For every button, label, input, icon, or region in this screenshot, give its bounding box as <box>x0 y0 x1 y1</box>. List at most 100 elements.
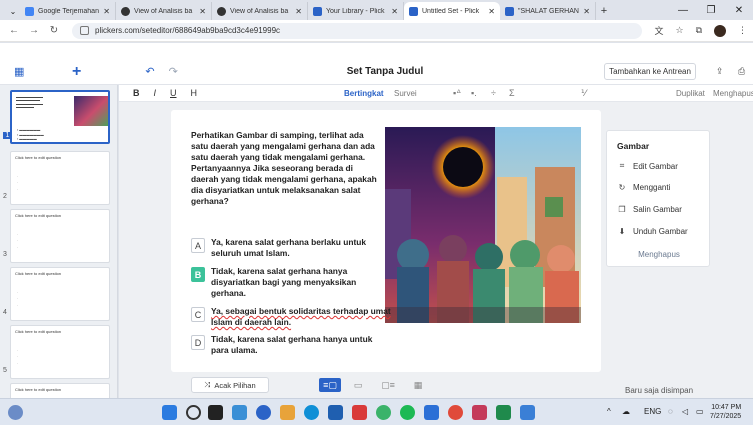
bold-button[interactable]: B <box>133 88 140 98</box>
subscript-icon[interactable]: ▪. <box>471 88 477 98</box>
print-icon[interactable]: ⎙ <box>738 66 745 77</box>
add-to-queue-button[interactable]: Tambahkan ke Antrean <box>604 63 696 80</box>
minimize-icon[interactable]: — <box>669 0 697 20</box>
choice-letter[interactable]: D <box>191 335 205 350</box>
choice-letter[interactable]: C <box>191 307 205 322</box>
browser-menu-icon[interactable]: ⋮ <box>738 25 747 36</box>
layout-image-top-icon[interactable]: ▭ <box>347 378 369 392</box>
layout-text-image-icon[interactable]: ≡▢ <box>319 378 341 392</box>
powerpoint-icon[interactable] <box>472 405 487 420</box>
export-icon[interactable]: ⇪ <box>716 66 724 77</box>
question-image[interactable] <box>385 127 581 323</box>
photos-app-icon[interactable] <box>520 405 535 420</box>
battery-icon[interactable]: ▭ <box>696 407 704 416</box>
spotify-icon[interactable] <box>400 405 415 420</box>
remove-image-button[interactable]: Menghapus <box>607 250 711 259</box>
delete-question-button[interactable]: Menghapus <box>713 89 753 98</box>
browser-tab[interactable]: View of Analisis ba ✕ <box>212 2 308 20</box>
slide-thumbnail-6[interactable]: Click here to edit question <box>10 383 110 398</box>
choice-text[interactable]: Ya, karena salat gerhana berlaku untuk s… <box>211 237 391 259</box>
photos-icon[interactable] <box>280 405 295 420</box>
choice-a[interactable]: A Ya, karena salat gerhana berlaku untuk… <box>191 237 391 259</box>
close-tab-icon[interactable]: ✕ <box>488 7 495 16</box>
choice-b[interactable]: B Tidak, karena salat gerhana hanya disy… <box>191 266 391 298</box>
choice-text[interactable]: Ya, sebagai bentuk solidaritas terhadap … <box>211 306 391 328</box>
wifi-icon[interactable]: ◌ <box>668 407 673 416</box>
underline-button[interactable]: U <box>170 88 177 98</box>
forward-icon[interactable]: → <box>26 23 42 39</box>
slide-thumbnail-3[interactable]: Click here to edit question · · · <box>10 209 110 263</box>
excel-icon[interactable] <box>496 405 511 420</box>
weather-icon[interactable] <box>8 405 23 420</box>
search-icon[interactable] <box>186 405 201 420</box>
word-icon[interactable] <box>424 405 439 420</box>
browser-tab-active[interactable]: Untitled Set - Plick ✕ <box>404 2 500 20</box>
reload-icon[interactable]: ↻ <box>46 23 62 39</box>
store-icon[interactable] <box>328 405 343 420</box>
close-tab-icon[interactable]: ✕ <box>391 7 398 16</box>
slide-thumbnail-5[interactable]: Click here to edit question · · · <box>10 325 110 379</box>
close-tab-icon[interactable]: ✕ <box>583 7 590 16</box>
choice-letter[interactable]: A <box>191 238 205 253</box>
browser-tab[interactable]: View of Analisis ba ✕ <box>116 2 212 20</box>
app-icon[interactable] <box>352 405 367 420</box>
superscript-icon[interactable]: ▪ᐞ <box>453 88 461 99</box>
fraction-icon[interactable]: ÷ <box>491 88 496 98</box>
tray-chevron-icon[interactable]: ^ <box>607 407 611 416</box>
italic-button[interactable]: I <box>154 88 157 98</box>
site-info-icon[interactable] <box>80 26 89 35</box>
download-image-button[interactable]: ⬇ Unduh Gambar <box>617 227 688 236</box>
close-tab-icon[interactable]: ✕ <box>199 7 206 16</box>
layout-image-right-icon[interactable]: ▢≡ <box>377 378 399 392</box>
choice-d[interactable]: D Tidak, karena salat gerhana hanya untu… <box>191 334 391 356</box>
layout-image-grid-icon[interactable]: ▦ <box>407 378 429 392</box>
slide-thumbnail-1[interactable]: ▬▬▬▬▬▬▬▬▬ ▬▬▬▬▬▬▬▬ ▬▬▬▬▬▬▬▬▬ ▬▬▬▬▬▬ ▪ ▬▬▬▬▬… <box>10 90 110 144</box>
task-view-icon[interactable] <box>208 405 223 420</box>
whatsapp-icon[interactable] <box>376 405 391 420</box>
language-indicator[interactable]: ENG <box>644 407 661 416</box>
tab-search-icon[interactable]: ⌄ <box>6 2 20 20</box>
address-bar[interactable]: plickers.com/seteditor/688649ab9ba9cd3c4… <box>72 22 642 39</box>
maximize-icon[interactable]: ❐ <box>697 0 725 20</box>
choice-text[interactable]: Tidak, karena salat gerhana hanya untuk … <box>211 334 391 356</box>
sigma-icon[interactable]: Σ <box>509 88 515 98</box>
browser-tab[interactable]: "SHALAT GERHAN ✕ <box>500 2 596 20</box>
edit-image-button[interactable]: ⌗ Edit Gambar <box>617 161 678 171</box>
start-icon[interactable] <box>162 405 177 420</box>
copy-image-button[interactable]: ❐ Salin Gambar <box>617 205 682 214</box>
browser-icon[interactable] <box>304 405 319 420</box>
widgets-icon[interactable] <box>232 405 247 420</box>
clock[interactable]: 10:47 PM 7/27/2025 <box>710 403 741 421</box>
translate-icon[interactable]: ⽂ <box>654 24 663 37</box>
slide-thumbnail-2[interactable]: Click here to edit question · · · <box>10 151 110 205</box>
edge-icon[interactable] <box>256 405 271 420</box>
set-title[interactable]: Set Tanpa Judul <box>330 66 440 77</box>
add-question-button[interactable]: + <box>72 63 81 81</box>
slide-thumbnail-4[interactable]: Click here to edit question · · · <box>10 267 110 321</box>
replace-image-button[interactable]: ↻ Mengganti <box>617 183 671 192</box>
apps-grid-icon[interactable]: ▦ <box>14 65 32 78</box>
undo-icon[interactable]: ↶ <box>145 65 154 78</box>
choice-text[interactable]: Tidak, karena salat gerhana hanya disyar… <box>211 266 391 298</box>
profile-avatar[interactable] <box>714 24 726 37</box>
close-window-icon[interactable]: ✕ <box>725 0 753 20</box>
duplicate-button[interactable]: Duplikat <box>676 89 705 98</box>
onedrive-icon[interactable]: ☁ <box>622 407 630 416</box>
browser-tab[interactable]: Your Library - Plick ✕ <box>308 2 404 20</box>
extensions-icon[interactable]: ⧉ <box>696 25 702 36</box>
choice-letter-correct[interactable]: B <box>191 267 205 282</box>
browser-tab[interactable]: Google Terjemahan ✕ <box>20 2 116 20</box>
survey-mode-toggle[interactable]: Survei <box>394 89 417 98</box>
back-icon[interactable]: ← <box>6 23 22 39</box>
heading-button[interactable]: H <box>191 88 198 98</box>
redo-icon[interactable]: ↷ <box>169 65 178 78</box>
graded-mode-toggle[interactable]: Bertingkat <box>344 89 384 98</box>
choice-c[interactable]: C Ya, sebagai bentuk solidaritas terhada… <box>191 306 391 328</box>
shuffle-choices-button[interactable]: ⤨ Acak Pilihan <box>191 377 269 393</box>
question-text[interactable]: Perhatikan Gambar di samping, terlihat a… <box>191 130 381 206</box>
bookmark-star-icon[interactable]: ☆ <box>675 25 683 36</box>
equation-icon[interactable]: ⅟ <box>581 88 586 99</box>
close-tab-icon[interactable]: ✕ <box>295 7 302 16</box>
new-tab-button[interactable]: + <box>596 2 612 20</box>
chrome-icon[interactable] <box>448 405 463 420</box>
